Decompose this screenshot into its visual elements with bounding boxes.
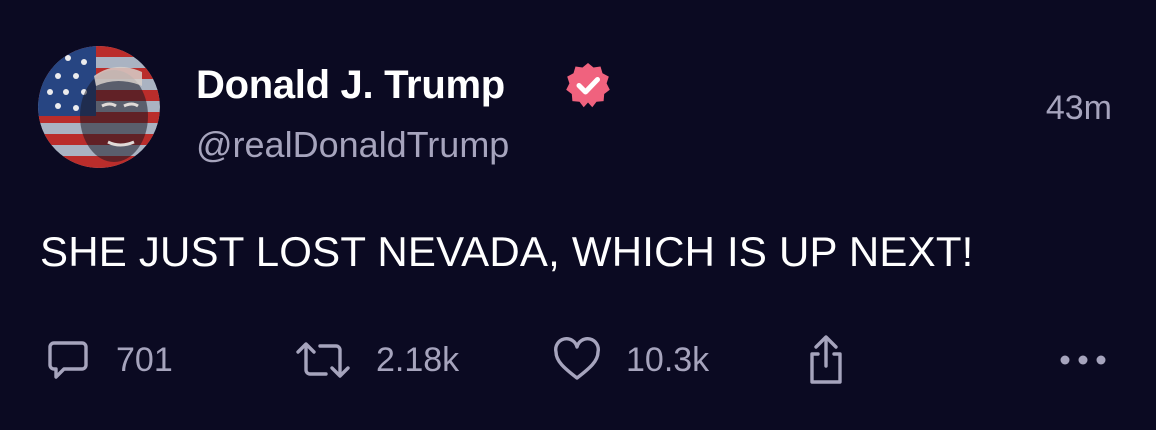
reply-button[interactable]: 701: [44, 334, 173, 386]
author-handle[interactable]: @realDonaldTrump: [196, 122, 509, 168]
repost-count: 2.18k: [376, 341, 460, 379]
repost-button[interactable]: 2.18k: [294, 334, 459, 386]
like-icon: [552, 336, 602, 384]
repost-icon: [294, 336, 352, 384]
verified-badge-icon: [564, 61, 612, 109]
more-icon: [1058, 350, 1108, 370]
share-icon: [804, 334, 848, 386]
post-text: SHE JUST LOST NEVADA, WHICH IS UP NEXT!: [40, 228, 974, 275]
like-button[interactable]: 10.3k: [552, 334, 709, 386]
avatar[interactable]: [38, 46, 160, 168]
more-button[interactable]: [1058, 334, 1108, 386]
like-count: 10.3k: [626, 341, 710, 379]
post-timestamp[interactable]: 43m: [1046, 86, 1112, 130]
author-display-name[interactable]: Donald J. Trump: [196, 60, 505, 110]
share-button[interactable]: [804, 334, 848, 386]
reply-icon: [44, 336, 92, 384]
reply-count: 701: [116, 341, 173, 379]
post: Donald J. Trump @realDonaldTrump 43m SHE…: [0, 0, 1156, 430]
